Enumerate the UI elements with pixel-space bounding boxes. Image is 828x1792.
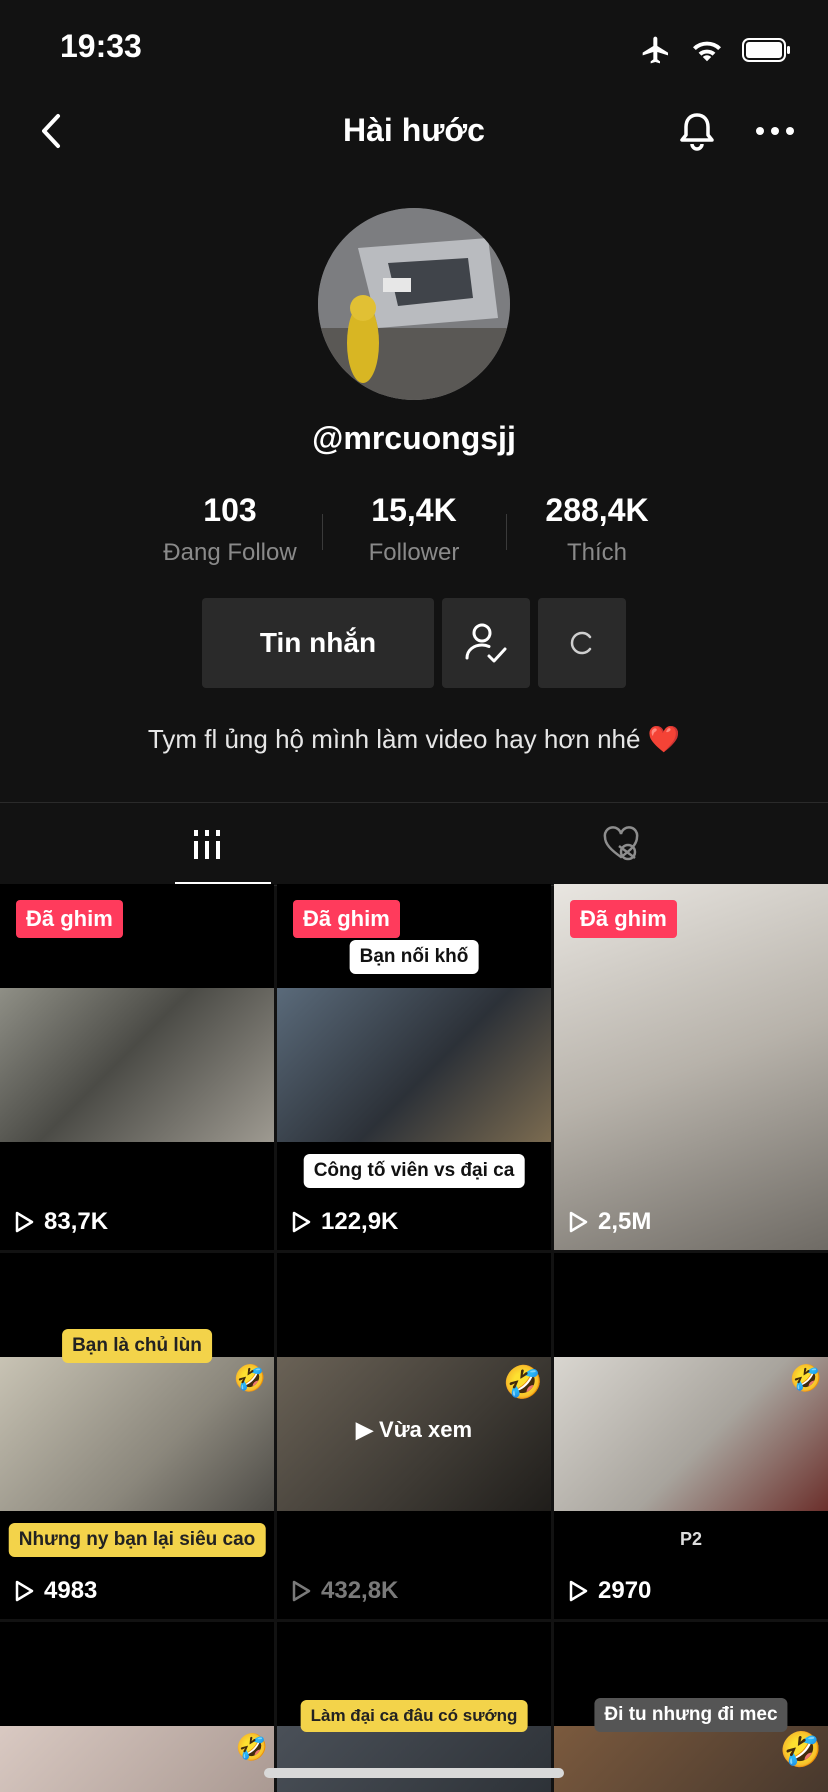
video-item[interactable]: ▶ Vừa xem 🤣 432,8K — [277, 1253, 551, 1619]
more-icon — [756, 127, 794, 135]
view-count: 122,9K — [289, 1208, 398, 1236]
view-count: 83,7K — [12, 1208, 108, 1236]
status-icons — [640, 34, 792, 66]
video-thumbnail — [554, 1357, 828, 1511]
play-icon — [15, 1580, 34, 1602]
profile-bio: Tym fl ủng hộ mình làm video hay hơn nhé… — [147, 724, 681, 754]
video-thumbnail — [277, 988, 551, 1142]
view-count-value: 432,8K — [321, 1577, 399, 1604]
video-caption: Công tố viên vs đại ca — [303, 1154, 525, 1188]
battery-icon — [742, 38, 790, 62]
status-bar: 19:33 — [0, 0, 828, 100]
following-button[interactable] — [442, 598, 530, 688]
view-count: 2970 — [566, 1577, 651, 1605]
play-icon — [292, 1211, 311, 1233]
message-button[interactable]: Tin nhắn — [202, 598, 434, 688]
spinner-icon — [570, 631, 592, 655]
notification-button[interactable] — [672, 106, 722, 156]
user-check-icon — [465, 623, 507, 663]
wifi-icon — [693, 41, 721, 62]
video-thumbnail — [554, 884, 828, 1250]
view-count-value: 122,9K — [321, 1208, 399, 1235]
tab-liked[interactable] — [414, 803, 828, 885]
video-item[interactable]: Đi tu nhưng đi mec 🤣 — [554, 1622, 828, 1792]
video-item[interactable]: 🤣 P2 2970 — [554, 1253, 828, 1619]
video-thumbnail — [0, 1726, 274, 1792]
view-count-value: 83,7K — [44, 1208, 109, 1235]
video-item[interactable]: Đã ghim 2,5M — [554, 884, 828, 1250]
stat-followers-value: 15,4K — [371, 492, 457, 528]
laughing-emoji-icon: 🤣 — [503, 1364, 543, 1400]
username: @mrcuongsjj — [312, 420, 516, 456]
video-caption: P2 — [679, 1529, 703, 1549]
play-icon — [15, 1211, 34, 1233]
stat-followers[interactable]: 15,4K Follower — [319, 492, 509, 567]
loading-button[interactable] — [538, 598, 626, 688]
stat-following-value: 103 — [203, 492, 257, 528]
profile-stats: 103 Đang Follow 15,4K Follower 288,4K Th… — [0, 492, 828, 572]
profile-tabs — [0, 802, 828, 886]
pinned-badge: Đã ghim — [570, 900, 677, 938]
heart-slash-icon — [603, 826, 639, 861]
video-thumbnail — [0, 988, 274, 1142]
nav-bar: Hài hước — [0, 92, 828, 172]
view-count: 2,5M — [566, 1208, 651, 1236]
view-count-value: 2,5M — [598, 1208, 652, 1235]
recently-watched-label: ▶ Vừa xem — [355, 1417, 473, 1442]
pinned-badge: Đã ghim — [293, 900, 400, 938]
video-item[interactable]: Làm đại ca đâu có sướng — [277, 1622, 551, 1792]
status-time: 19:33 — [60, 28, 142, 64]
more-button[interactable] — [750, 106, 800, 156]
video-item[interactable]: Đã ghim 83,7K — [0, 884, 274, 1250]
laughing-emoji-icon: 🤣 — [779, 1731, 822, 1769]
play-icon — [292, 1580, 311, 1602]
view-count: 4983 — [12, 1577, 97, 1605]
video-item[interactable]: Bạn là chủ lùn Nhưng ny bạn lại siêu cao… — [0, 1253, 274, 1619]
video-caption: Bạn là chủ lùn — [62, 1329, 212, 1363]
stat-following[interactable]: 103 Đang Follow — [135, 492, 325, 567]
video-item[interactable]: Đã ghim Bạn nối khố Công tố viên vs đại … — [277, 884, 551, 1250]
bell-icon — [680, 113, 714, 151]
stat-likes[interactable]: 288,4K Thích — [502, 492, 692, 567]
play-icon — [569, 1211, 588, 1233]
laughing-emoji-icon: 🤣 — [233, 1363, 266, 1393]
stat-following-label: Đang Follow — [163, 539, 297, 566]
avatar[interactable] — [318, 208, 510, 400]
laughing-emoji-icon: 🤣 — [789, 1363, 822, 1393]
airplane-icon — [642, 36, 668, 64]
video-caption: Làm đại ca đâu có sướng — [300, 1700, 528, 1732]
video-grid: Đã ghim 83,7K Đã ghim Bạn nối khố Công t… — [0, 884, 828, 1792]
video-caption: Nhưng ny bạn lại siêu cao — [8, 1523, 266, 1557]
stat-likes-value: 288,4K — [545, 492, 649, 528]
video-item[interactable]: 🤣 — [0, 1622, 274, 1792]
tab-videos[interactable] — [0, 803, 414, 885]
laughing-emoji-icon: 🤣 — [235, 1732, 268, 1762]
video-caption: Đi tu nhưng đi mec — [594, 1698, 788, 1732]
pinned-badge: Đã ghim — [16, 900, 123, 938]
profile-actions: Tin nhắn — [202, 598, 626, 688]
home-indicator[interactable] — [264, 1768, 564, 1778]
view-count: 432,8K — [289, 1577, 398, 1605]
view-count-value: 2970 — [598, 1577, 652, 1604]
avatar-image — [318, 208, 510, 400]
video-thumbnail — [277, 1726, 551, 1792]
stat-followers-label: Follower — [368, 539, 460, 566]
play-icon — [569, 1580, 588, 1602]
view-count-value: 4983 — [44, 1577, 98, 1604]
stat-likes-label: Thích — [566, 539, 628, 566]
video-caption: Bạn nối khố — [349, 940, 479, 974]
grid-icon — [194, 830, 220, 859]
